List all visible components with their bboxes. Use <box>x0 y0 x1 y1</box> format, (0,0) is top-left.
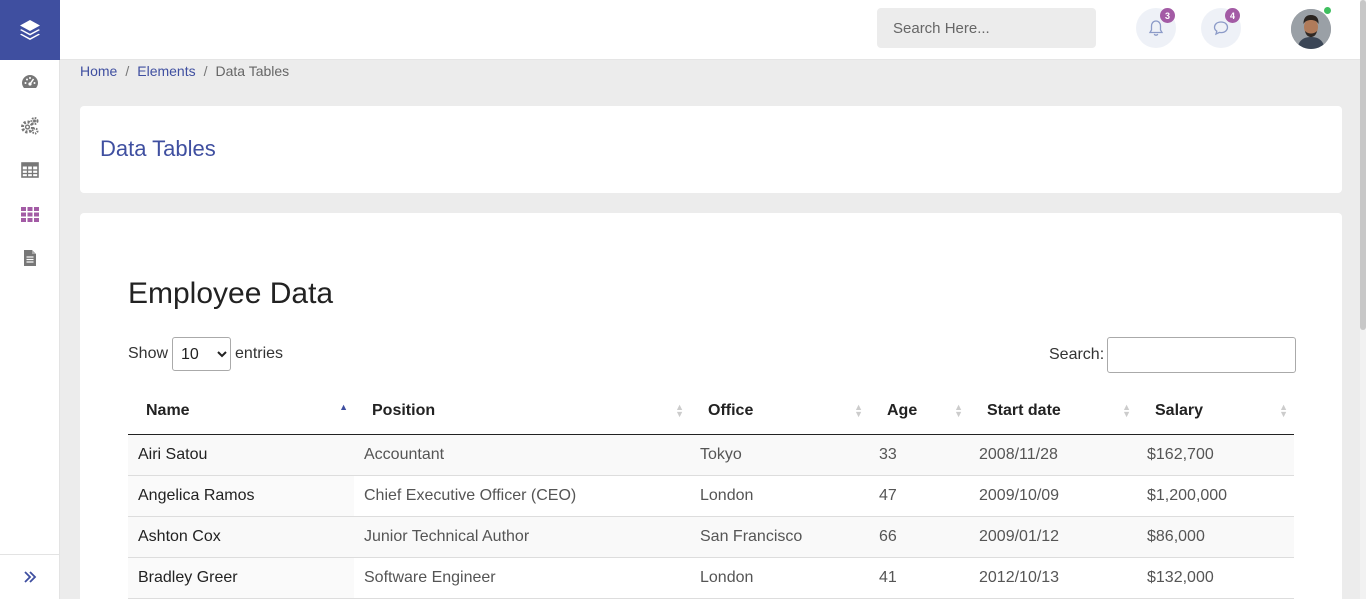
cell-name: Angelica Ramos <box>128 475 354 517</box>
table-title: Employee Data <box>128 277 334 310</box>
sort-icon: ▲ ▼ <box>1279 402 1288 419</box>
employee-table: Name ▲ Position ▲ ▼ Office ▲ ▼ Age ▲ ▼ Star… <box>128 389 1294 599</box>
breadcrumb-separator: / <box>203 63 208 79</box>
cell-age: 33 <box>869 434 969 476</box>
sort-icon: ▲ ▼ <box>1122 402 1131 419</box>
cell-name: Airi Satou <box>128 434 354 476</box>
cell-name: Bradley Greer <box>128 557 354 599</box>
page-header-card: Data Tables <box>80 106 1342 193</box>
sidebar-toggle-button[interactable] <box>0 554 60 599</box>
document-icon <box>24 250 36 266</box>
breadcrumb-home-link[interactable]: Home <box>80 63 117 79</box>
cell-position: Junior Technical Author <box>354 516 690 558</box>
sidebar-item-tables[interactable] <box>0 148 60 192</box>
table-icon <box>21 162 39 178</box>
sort-icon: ▲ ▼ <box>854 402 863 419</box>
cell-start-date: 2009/10/09 <box>969 475 1137 517</box>
global-search <box>877 8 1096 48</box>
entries-label: entries <box>235 345 284 362</box>
column-header-label: Start date <box>987 402 1061 420</box>
sidebar <box>0 0 60 599</box>
grid-icon <box>21 207 39 222</box>
sidebar-item-dashboard[interactable] <box>0 60 60 104</box>
topbar: 3 4 <box>60 0 1360 60</box>
table-row: Airi Satou Accountant Tokyo 33 2008/11/28 $16… <box>128 434 1294 476</box>
notifications-button[interactable]: 3 <box>1136 8 1176 48</box>
notifications-badge: 3 <box>1160 8 1175 23</box>
cell-salary: $1,200,000 <box>1137 475 1294 517</box>
app-logo[interactable] <box>0 0 60 60</box>
column-header-position[interactable]: Position ▲ ▼ <box>354 389 690 435</box>
online-status-indicator <box>1323 6 1332 15</box>
cell-start-date: 2012/10/13 <box>969 557 1137 599</box>
cell-office: San Francisco <box>690 516 869 558</box>
cell-office: London <box>690 475 869 517</box>
cell-position: Chief Executive Officer (CEO) <box>354 475 690 517</box>
cell-name: Ashton Cox <box>128 516 354 558</box>
scrollbar-thumb[interactable] <box>1360 0 1366 330</box>
sort-icon: ▲ ▼ <box>675 402 684 419</box>
layers-icon <box>20 20 40 40</box>
double-chevron-right-icon <box>24 571 37 583</box>
cell-position: Accountant <box>354 434 690 476</box>
column-header-name[interactable]: Name ▲ <box>128 389 354 435</box>
table-search-label: Search: <box>1049 346 1105 363</box>
employee-table-card: Employee Data Show 102550100 entries Sea… <box>80 213 1342 599</box>
entries-per-page-select[interactable]: 102550100 <box>172 337 232 371</box>
table-row: Bradley Greer Software Engineer London 41 20… <box>128 557 1294 599</box>
column-header-label: Name <box>146 402 190 420</box>
show-label: Show <box>128 345 169 362</box>
table-search-input[interactable] <box>1107 337 1297 373</box>
user-avatar-image <box>1291 9 1331 49</box>
column-header-label: Position <box>372 402 436 420</box>
breadcrumb: Home / Elements / Data Tables <box>80 63 289 79</box>
page-title: Data Tables <box>100 136 216 161</box>
sort-ascending-icon: ▲ <box>339 402 348 412</box>
column-header-salary[interactable]: Salary ▲ ▼ <box>1137 389 1294 435</box>
sidebar-item-settings[interactable] <box>0 104 60 148</box>
cell-position: Software Engineer <box>354 557 690 599</box>
sidebar-item-grid[interactable] <box>0 192 60 236</box>
cell-salary: $162,700 <box>1137 434 1294 476</box>
cell-age: 66 <box>869 516 969 558</box>
sidebar-item-documents[interactable] <box>0 236 60 280</box>
entries-length-control: Show 102550100 entries <box>128 337 283 371</box>
cell-age: 41 <box>869 557 969 599</box>
cell-start-date: 2009/01/12 <box>969 516 1137 558</box>
dashboard-icon <box>22 75 38 88</box>
global-search-input[interactable] <box>893 19 1092 37</box>
table-row: Ashton Cox Junior Technical Author San Fra… <box>128 516 1294 558</box>
column-header-label: Age <box>887 402 918 420</box>
cell-start-date: 2008/11/28 <box>969 434 1137 476</box>
column-header-label: Office <box>708 402 754 420</box>
messages-button[interactable]: 4 <box>1201 8 1241 48</box>
cell-office: Tokyo <box>690 434 869 476</box>
gears-icon <box>21 117 39 135</box>
avatar[interactable] <box>1291 9 1331 49</box>
table-row: Angelica Ramos Chief Executive Officer (C… <box>128 475 1294 517</box>
breadcrumb-separator: / <box>125 63 130 79</box>
column-header-label: Salary <box>1155 402 1204 420</box>
breadcrumb-elements-link[interactable]: Elements <box>137 63 195 79</box>
cell-salary: $132,000 <box>1137 557 1294 599</box>
page-scrollbar[interactable] <box>1360 0 1366 599</box>
column-header-age[interactable]: Age ▲ ▼ <box>869 389 969 435</box>
breadcrumb-current: Data Tables <box>215 63 290 79</box>
column-header-start-date[interactable]: Start date ▲ ▼ <box>969 389 1137 435</box>
messages-badge: 4 <box>1225 8 1240 23</box>
table-search: Search: <box>1049 337 1297 373</box>
table-header-row: Name ▲ Position ▲ ▼ Office ▲ ▼ Age ▲ ▼ Star… <box>128 389 1294 435</box>
cell-office: London <box>690 557 869 599</box>
sort-icon: ▲ ▼ <box>954 402 963 419</box>
column-header-office[interactable]: Office ▲ ▼ <box>690 389 869 435</box>
cell-salary: $86,000 <box>1137 516 1294 558</box>
cell-age: 47 <box>869 475 969 517</box>
